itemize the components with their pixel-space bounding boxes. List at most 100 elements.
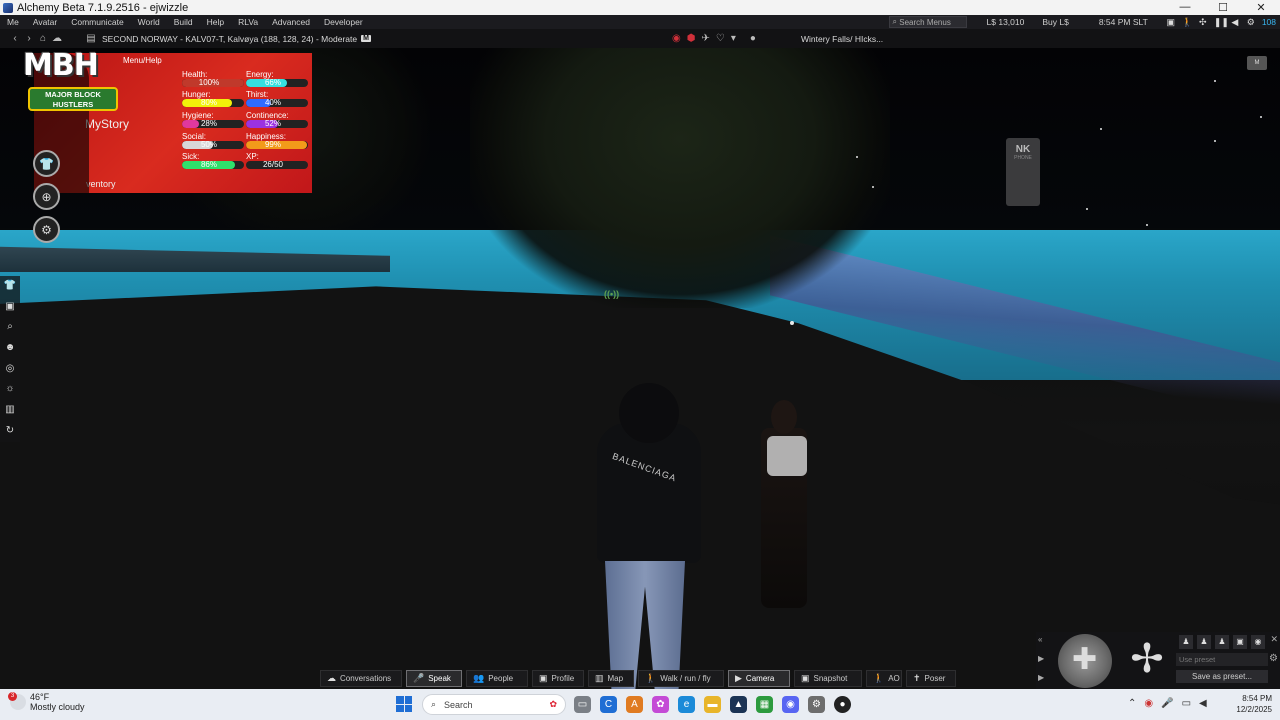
menu-developer[interactable]: Developer bbox=[317, 17, 370, 27]
dropdown-chevron-icon[interactable]: ▾ bbox=[731, 33, 736, 44]
menu-build[interactable]: Build bbox=[167, 17, 200, 27]
menu-world[interactable]: World bbox=[131, 17, 167, 27]
media-bulb-icon[interactable]: ● bbox=[750, 33, 756, 44]
network-icon[interactable]: ▭ bbox=[1182, 698, 1191, 709]
menu-avatar[interactable]: Avatar bbox=[26, 17, 64, 27]
menu-help[interactable]: Help bbox=[200, 17, 231, 27]
camera-reset-icon[interactable]: ▶ bbox=[1038, 673, 1044, 682]
microphone-icon[interactable]: 🎤 bbox=[1161, 698, 1173, 709]
settings-gear-icon[interactable]: ⚙ bbox=[1246, 17, 1256, 28]
maximize-button[interactable]: ☐ bbox=[1204, 1, 1242, 14]
appearance-icon[interactable]: ☻ bbox=[5, 338, 16, 359]
camera-preset-select[interactable]: Use preset bbox=[1176, 653, 1268, 666]
speaker-icon[interactable]: ◀ bbox=[1199, 698, 1207, 709]
toolbar-snapshot-button[interactable]: ▣ Snapshot bbox=[794, 670, 862, 687]
hud-mystory[interactable]: MyStory bbox=[85, 117, 129, 131]
camera-mode-icon[interactable]: ▶ bbox=[1038, 654, 1044, 663]
favorite-heart-icon[interactable]: ♡ bbox=[716, 33, 725, 44]
file-explorer-icon[interactable]: ▬ bbox=[704, 696, 721, 713]
weather-temp: 46°F bbox=[30, 692, 50, 702]
hud-settings-button[interactable]: ⚙ bbox=[33, 216, 60, 243]
front-view-icon[interactable]: ♟ bbox=[1179, 635, 1193, 649]
no-build-icon[interactable]: ⬢ bbox=[687, 33, 696, 44]
toolbar-ao-button[interactable]: 🚶 AO bbox=[866, 670, 902, 687]
environment-icon[interactable]: ☼ bbox=[5, 379, 14, 400]
move-icon[interactable]: ✣ bbox=[1198, 17, 1208, 28]
settings-icon[interactable]: ⚙ bbox=[808, 696, 825, 713]
pause-media-icon[interactable]: ❚❚ bbox=[1214, 17, 1229, 28]
photos-icon[interactable]: ✿ bbox=[652, 696, 669, 713]
taskbar-clock[interactable]: 8:54 PM 12/2/2025 bbox=[1228, 693, 1272, 715]
walk-toggle-icon[interactable]: 🚶 bbox=[1182, 17, 1193, 28]
toolbar-poser-button[interactable]: ✝ Poser bbox=[906, 670, 956, 687]
object-view-icon[interactable]: ▣ bbox=[1233, 635, 1247, 649]
mouselook-icon[interactable]: ◉ bbox=[1251, 635, 1265, 649]
alchemy-viewer-icon[interactable]: ▲ bbox=[730, 696, 747, 713]
hud-map-button[interactable]: ⊕ bbox=[33, 183, 60, 210]
close-icon[interactable]: ✕ bbox=[1270, 634, 1278, 645]
menu-communicate[interactable]: Communicate bbox=[64, 17, 130, 27]
search-icon[interactable]: ⌕ bbox=[7, 317, 13, 338]
toolbar-microphone-button[interactable]: 🎤 Speak bbox=[406, 670, 462, 687]
weather-desc: Mostly cloudy bbox=[30, 702, 85, 712]
menu-advanced[interactable]: Advanced bbox=[265, 17, 317, 27]
nk-phone-sub: PHONE bbox=[1014, 155, 1032, 161]
menu-rlva[interactable]: RLVa bbox=[231, 17, 265, 27]
hud-inventory[interactable]: ventory bbox=[86, 179, 116, 189]
mbh-logo[interactable]: MBH MAJOR BLOCK HUSTLERS bbox=[18, 36, 122, 118]
discord-icon[interactable]: ◉ bbox=[782, 696, 799, 713]
taskbar-search[interactable]: ⌕ Search ✿ bbox=[422, 694, 566, 715]
camera-settings-gear-icon[interactable]: ⚙ bbox=[1269, 653, 1278, 664]
profile-icon: ▣ bbox=[539, 673, 548, 683]
toolbar-map-button[interactable]: ▥ Map bbox=[588, 670, 634, 687]
toolbar-camera-button[interactable]: ▶ Camera bbox=[728, 670, 790, 687]
hud-outfit-button[interactable]: 👕 bbox=[33, 150, 60, 177]
toolbar-people-button[interactable]: 👥 People bbox=[466, 670, 528, 687]
buy-currency-button[interactable]: Buy L$ bbox=[1042, 17, 1068, 27]
green-app-icon[interactable]: ▦ bbox=[756, 696, 773, 713]
nk-phone-hud[interactable]: NK PHONE bbox=[1006, 138, 1040, 206]
toolbar-walk-button[interactable]: 🚶 Walk / run / fly bbox=[638, 670, 724, 687]
minimap-toggle-icon[interactable]: M bbox=[1247, 56, 1267, 70]
obs-icon[interactable]: ● bbox=[834, 696, 851, 713]
camera-orbit-rose[interactable] bbox=[1058, 634, 1112, 688]
toolbar-profile-button[interactable]: ▣ Profile bbox=[532, 670, 584, 687]
inventory-icon[interactable]: ▣ bbox=[5, 297, 14, 318]
other-avatar[interactable] bbox=[755, 400, 811, 610]
performance-icon[interactable]: ▣ bbox=[1166, 17, 1176, 28]
region-info[interactable]: Wintery Falls/ HIcks... bbox=[801, 34, 883, 44]
outfit-icon[interactable]: 👕 bbox=[4, 276, 16, 297]
weather-widget[interactable]: 3 46°F Mostly cloudy bbox=[8, 692, 85, 712]
radar-icon[interactable]: ◎ bbox=[6, 359, 15, 380]
no-fly-icon[interactable]: ✈ bbox=[701, 33, 709, 44]
edge-icon[interactable]: e bbox=[678, 696, 695, 713]
location-text[interactable]: SECOND NORWAY - KALV07-T, Kalvøya (188, … bbox=[102, 34, 357, 44]
hud-menu-help[interactable]: Menu/Help bbox=[123, 56, 162, 65]
player-avatar[interactable]: BALENCIAGA bbox=[597, 383, 701, 689]
toolbar-button-label: Map bbox=[607, 674, 624, 683]
build-icon[interactable]: ▥ bbox=[5, 400, 14, 421]
save-preset-button[interactable]: Save as preset... bbox=[1176, 670, 1268, 683]
fps-counter: 108 bbox=[1261, 17, 1276, 27]
close-button[interactable]: ✕ bbox=[1242, 1, 1280, 14]
collapse-icon[interactable]: « bbox=[1038, 635, 1042, 644]
rear-view-icon[interactable]: ♟ bbox=[1215, 635, 1229, 649]
camera-pan-control[interactable]: ✢ bbox=[1122, 634, 1172, 688]
taskbar-apps: ▭ C A ✿ e ▬ ▲ ▦ ◉ ⚙ ● bbox=[574, 696, 851, 713]
volume-icon[interactable]: ◀ bbox=[1230, 17, 1240, 28]
gestures-icon[interactable]: ↻ bbox=[6, 421, 14, 442]
tray-app-icon[interactable]: ◉ bbox=[1144, 698, 1153, 709]
menu-me[interactable]: Me bbox=[0, 17, 26, 27]
menu-search-input[interactable]: ⌕ Search Menus bbox=[888, 16, 967, 28]
start-button[interactable] bbox=[396, 696, 412, 712]
task-view-icon[interactable]: ▭ bbox=[574, 696, 591, 713]
voice-disabled-icon[interactable]: ◉ bbox=[672, 33, 681, 44]
toolbar-chat-button[interactable]: ☁ Conversations bbox=[320, 670, 402, 687]
app-a-icon[interactable]: A bbox=[626, 696, 643, 713]
balance-text[interactable]: L$ 13,010 bbox=[987, 17, 1025, 27]
side-view-icon[interactable]: ♟ bbox=[1197, 635, 1211, 649]
location-bar[interactable]: ▤ SECOND NORWAY - KALV07-T, Kalvøya (188… bbox=[84, 33, 371, 44]
minimize-button[interactable]: — bbox=[1166, 1, 1204, 14]
copilot-icon[interactable]: C bbox=[600, 696, 617, 713]
chevron-up-icon[interactable]: ⌃ bbox=[1128, 698, 1136, 709]
